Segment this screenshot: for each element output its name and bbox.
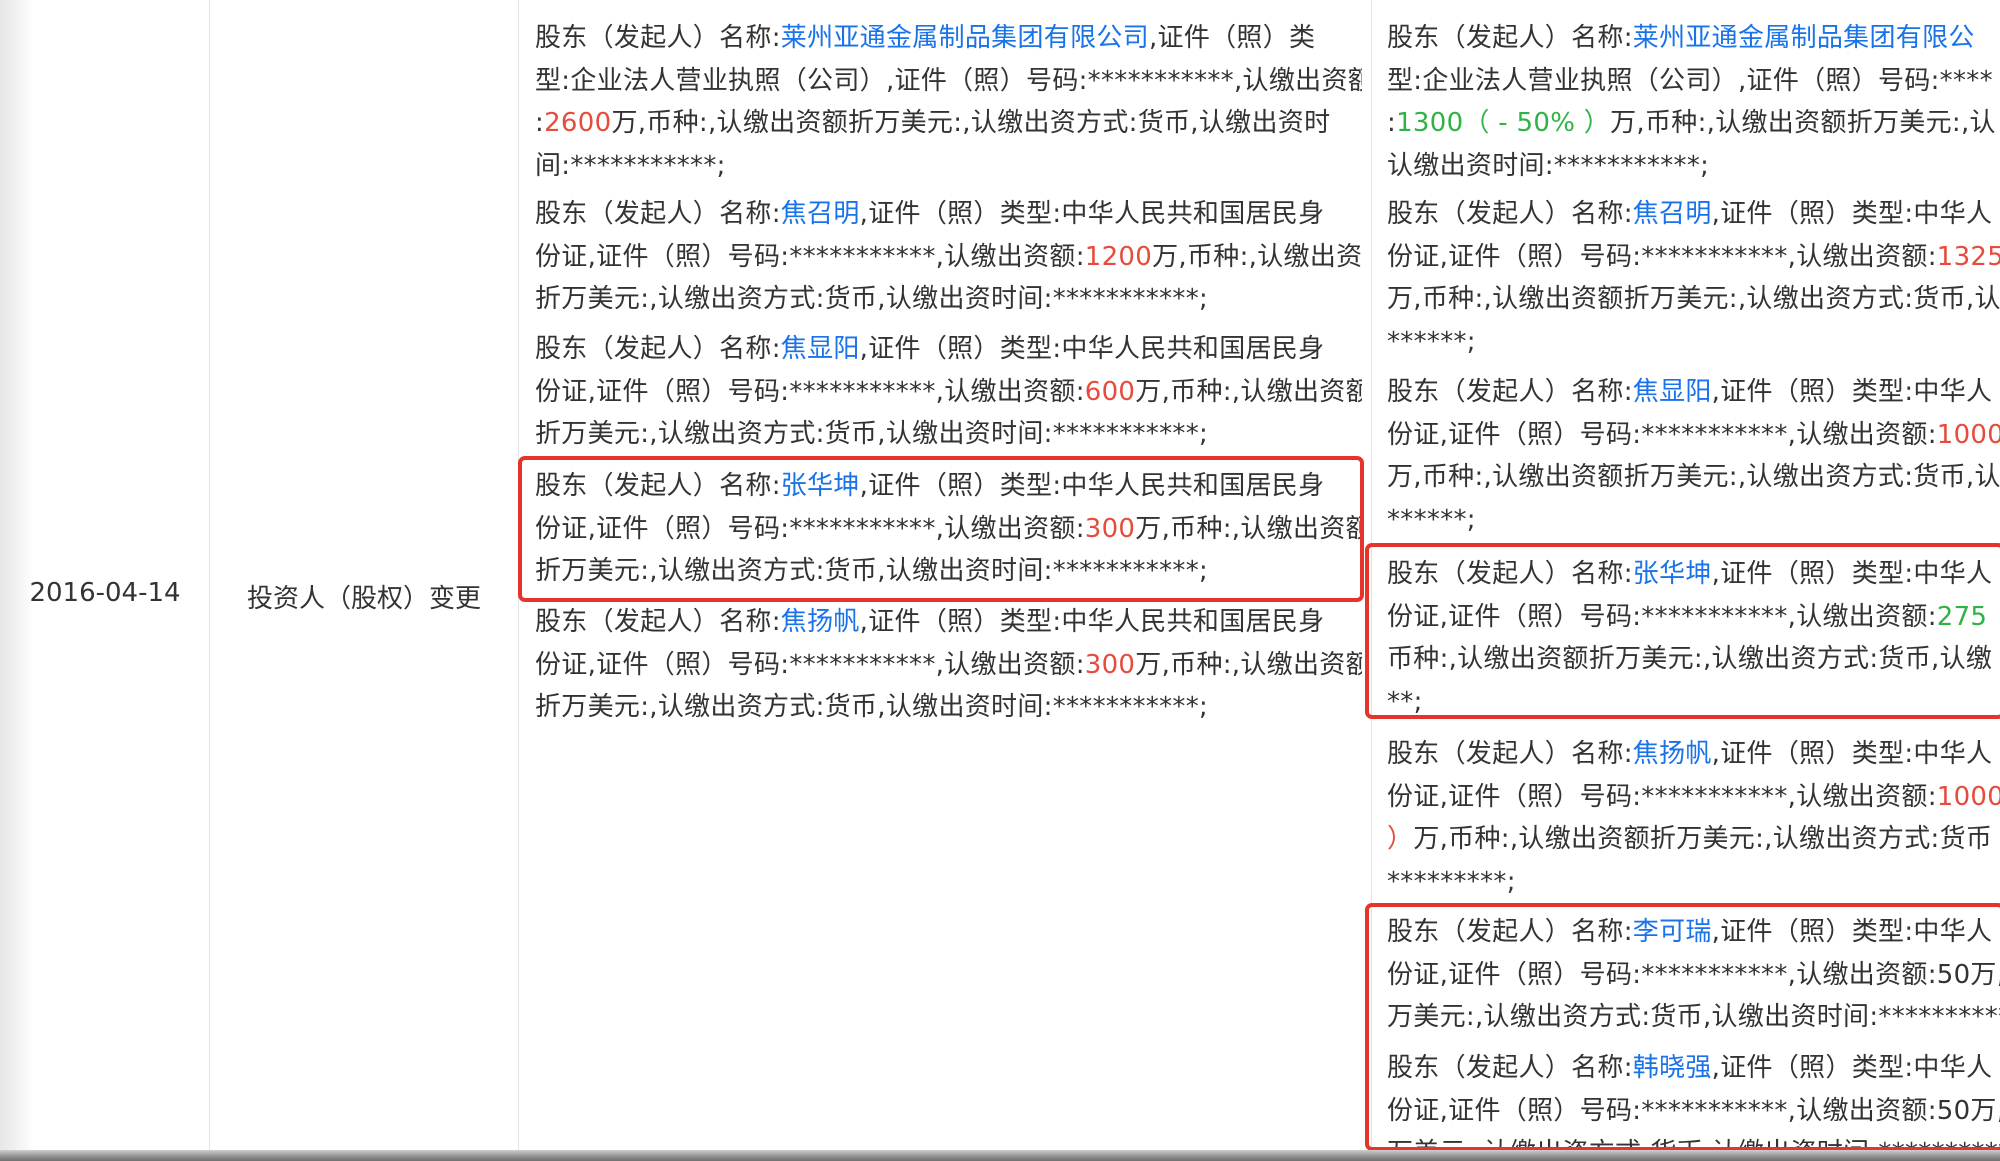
subscribed-amount-change: 1300（ - 50% ） bbox=[1396, 108, 1611, 139]
after-change-column: 股东（发起人）名称:莱州亚通金属制品集团有限公 型:企业法人营业执照（公司）,证… bbox=[1372, 0, 2000, 1150]
shareholder-name-link[interactable]: 焦召明 bbox=[1633, 199, 1712, 229]
shareholder-name-link[interactable]: 李可瑞 bbox=[1633, 917, 1712, 947]
subscribed-amount-change: 275 （ bbox=[1936, 601, 2000, 632]
shareholder-name-link[interactable]: 焦扬帆 bbox=[1633, 739, 1712, 769]
shareholder-name-link[interactable]: 焦显阳 bbox=[1633, 377, 1712, 407]
shareholder-entry: 股东（发起人）名称:焦扬帆,证件（照）类型:中华人民共和国居民身 份证,证件（照… bbox=[535, 607, 1362, 723]
shareholder-entry: 股东（发起人）名称:莱州亚通金属制品集团有限公司,证件（照）类 型:企业法人营业… bbox=[535, 23, 1362, 182]
shareholder-entry: 股东（发起人）名称:莱州亚通金属制品集团有限公 型:企业法人营业执照（公司）,证… bbox=[1387, 23, 1996, 182]
subscribed-amount: 1200 bbox=[1084, 241, 1153, 272]
shareholder-entry: 股东（发起人）名称:李可瑞,证件（照）类型:中华人 份证,证件（照）号码:***… bbox=[1387, 917, 2000, 1033]
change-type: 投资人（股权）变更 bbox=[246, 584, 481, 614]
subscribed-amount-change: 1325 （ bbox=[1936, 241, 2000, 272]
shareholder-name-link[interactable]: 韩晓强 bbox=[1633, 1053, 1712, 1083]
subscribed-amount-change: 1000 （ bbox=[1936, 419, 2000, 450]
change-date: 2016-04-14 bbox=[29, 578, 181, 608]
subscribed-amount: 300 bbox=[1084, 649, 1136, 680]
shareholder-entry: 股东（发起人）名称:张华坤,证件（照）类型:中华人 份证,证件（照）号码:***… bbox=[1387, 553, 2000, 724]
shareholder-entry: 股东（发起人）名称:韩晓强,证件（照）类型:中华人 份证,证件（照）号码:***… bbox=[1387, 1053, 2000, 1150]
shareholder-name-link[interactable]: 焦召明 bbox=[781, 199, 860, 229]
shareholder-entry: 股东（发起人）名称:焦召明,证件（照）类型:中华人 份证,证件（照）号码:***… bbox=[1387, 193, 2000, 364]
shareholder-name-link[interactable]: 莱州亚通金属制品集团有限公 bbox=[1633, 23, 1975, 53]
shareholder-entry: 股东（发起人）名称:焦显阳,证件（照）类型:中华人 份证,证件（照）号码:***… bbox=[1387, 371, 2000, 542]
subscribed-amount: 2600 bbox=[544, 108, 612, 139]
shareholder-name-link[interactable]: 张华坤 bbox=[781, 471, 860, 501]
shareholder-name-link[interactable]: 焦显阳 bbox=[781, 334, 860, 364]
subscribed-amount-change: 1000 bbox=[1936, 781, 2000, 812]
shareholder-name-link[interactable]: 张华坤 bbox=[1633, 559, 1712, 589]
subscribed-amount: 600 bbox=[1084, 376, 1136, 407]
shareholder-entry: 股东（发起人）名称:张华坤,证件（照）类型:中华人民共和国居民身 份证,证件（照… bbox=[535, 471, 1362, 587]
window-bottom-edge bbox=[0, 1150, 2000, 1161]
column-divider bbox=[209, 0, 210, 1150]
before-change-column: 股东（发起人）名称:莱州亚通金属制品集团有限公司,证件（照）类 型:企业法人营业… bbox=[520, 0, 1362, 1150]
shareholder-name-link[interactable]: 莱州亚通金属制品集团有限公司 bbox=[781, 23, 1149, 53]
column-divider bbox=[518, 0, 519, 1150]
subscribed-amount: 300 bbox=[1084, 513, 1136, 544]
shareholder-entry: 股东（发起人）名称:焦召明,证件（照）类型:中华人民共和国居民身 份证,证件（照… bbox=[535, 199, 1362, 315]
shareholder-entry: 股东（发起人）名称:焦扬帆,证件（照）类型:中华人 份证,证件（照）号码:***… bbox=[1387, 733, 2000, 904]
shareholder-name-link[interactable]: 焦扬帆 bbox=[781, 607, 860, 637]
shareholder-entry: 股东（发起人）名称:焦显阳,证件（照）类型:中华人民共和国居民身 份证,证件（照… bbox=[535, 334, 1362, 450]
